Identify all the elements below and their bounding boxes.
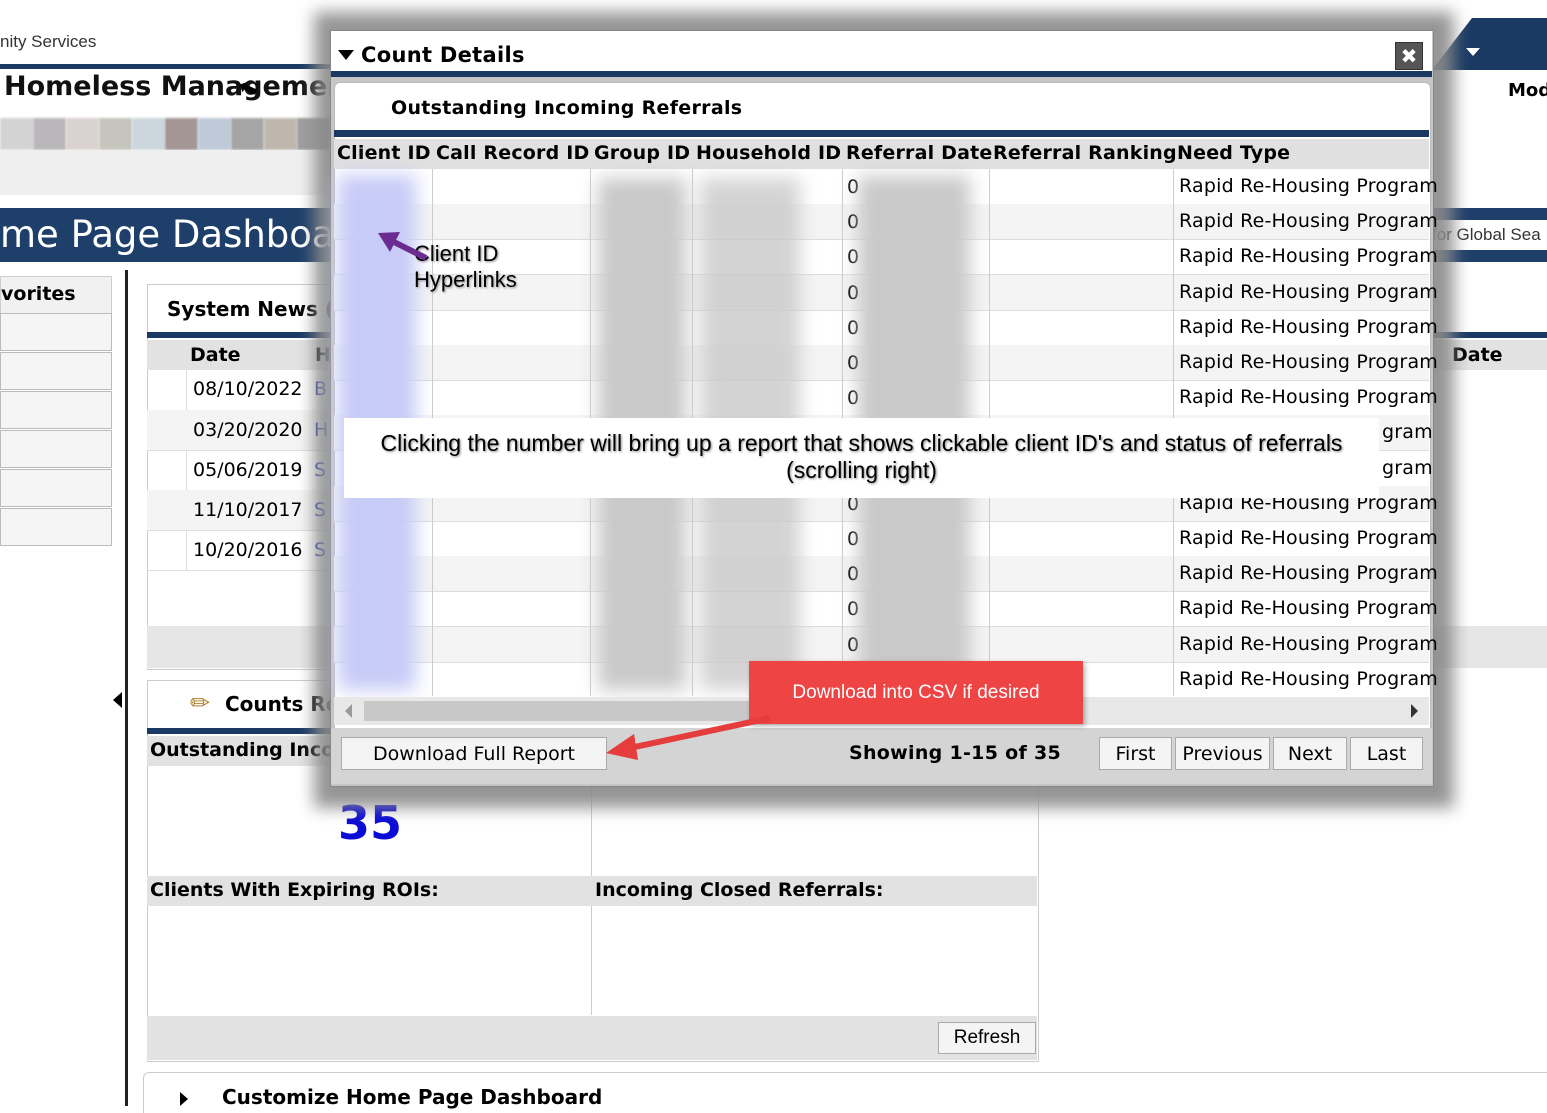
favorite-item[interactable] — [0, 391, 112, 429]
customize-title[interactable]: Customize Home Page Dashboard — [222, 1085, 602, 1109]
outstanding-incoming-label: Outstanding Inco — [147, 736, 332, 766]
favorites-tab[interactable]: vorites — [0, 276, 112, 314]
modal-title: Count Details — [361, 43, 525, 67]
sidebar-divider — [125, 270, 128, 1106]
expiring-rois-label: Clients With Expiring ROIs: — [147, 876, 592, 906]
refresh-button[interactable]: Refresh — [938, 1022, 1036, 1054]
favorite-item[interactable] — [0, 352, 112, 390]
need-type-cell: Rapid Re-Housing Program — [1179, 210, 1438, 232]
annotation-text: Clicking the number will bring up a repo… — [380, 430, 1343, 483]
col-need-type[interactable]: Need Type — [1177, 142, 1290, 164]
scroll-left-icon[interactable] — [345, 704, 352, 718]
need-type-cell: Rapid Re-Housing Program — [1179, 386, 1438, 408]
news-footer — [147, 626, 332, 668]
closed-referrals-label: Incoming Closed Referrals: — [592, 876, 1037, 906]
col-household-id[interactable]: Household ID — [696, 142, 841, 164]
need-type-cell: Rapid Re-Housing Program — [1179, 597, 1438, 619]
pencil-icon: ✏ — [190, 689, 211, 717]
favorite-item[interactable] — [0, 469, 112, 507]
favorite-item[interactable] — [0, 430, 112, 468]
referrals-subtitle: Outstanding Incoming Referrals — [391, 97, 743, 119]
need-type-cell: Rapid Re-Housing Program — [1179, 562, 1438, 584]
news-date: 05/06/2019 — [193, 459, 303, 481]
favorite-item[interactable] — [0, 508, 112, 546]
need-type-cell: Rapid Re-Housing Program — [1179, 633, 1438, 655]
collapse-sidebar-icon[interactable] — [113, 692, 122, 708]
system-news-title: System News ( — [167, 297, 335, 321]
need-type-cell: Rapid Re-Housing Program — [1179, 175, 1438, 197]
counts-divider — [147, 728, 332, 734]
next-page-button[interactable]: Next — [1273, 737, 1347, 770]
col-referral-ranking[interactable]: Referral Ranking — [993, 142, 1177, 164]
right-panel-col-date[interactable]: Date — [1452, 344, 1503, 366]
col-referral-date[interactable]: Referral Date — [846, 142, 993, 164]
news-col-date[interactable]: Date — [190, 344, 241, 366]
need-type-cell: Rapid Re-Housing Program — [1179, 351, 1438, 373]
favorite-item[interactable] — [0, 313, 112, 351]
need-type-cell: gram — [1382, 457, 1433, 479]
counts-footer — [147, 1016, 1037, 1060]
close-icon[interactable]: ✖ — [1395, 42, 1423, 70]
need-type-cell: Rapid Re-Housing Program — [1179, 281, 1438, 303]
news-date: 03/20/2020 — [193, 419, 303, 441]
collapse-triangle-icon[interactable] — [338, 50, 354, 60]
expand-arrow-icon[interactable] — [180, 1092, 188, 1106]
pagination-status: Showing 1-15 of 35 — [849, 742, 1062, 764]
header-subbar — [0, 150, 330, 195]
chevron-down-icon[interactable] — [1466, 48, 1480, 56]
module-label[interactable]: Mod — [1508, 80, 1547, 101]
download-full-report-button[interactable]: Download Full Report — [341, 737, 607, 770]
agency-name: nity Services — [0, 32, 97, 51]
col-client-id[interactable]: Client ID — [337, 142, 431, 164]
previous-page-button[interactable]: Previous — [1175, 737, 1270, 770]
news-date: 08/10/2022 — [193, 378, 303, 400]
scroll-right-icon[interactable] — [1411, 704, 1418, 718]
need-type-cell: Rapid Re-Housing Program — [1179, 527, 1438, 549]
purple-arrow-icon — [378, 232, 428, 261]
modal-title-divider — [331, 71, 1432, 77]
col-group-id[interactable]: Group ID — [594, 142, 690, 164]
news-date: 11/10/2017 — [193, 499, 303, 521]
subtitle-divider — [334, 130, 1429, 137]
need-type-cell: gram — [1382, 421, 1433, 443]
last-page-button[interactable]: Last — [1350, 737, 1423, 770]
red-arrow-icon — [606, 715, 771, 760]
header-divider — [0, 64, 330, 69]
need-type-cell: Rapid Re-Housing Program — [1179, 316, 1438, 338]
user-info-strip — [0, 118, 330, 150]
need-type-cell: Rapid Re-Housing Program — [1179, 668, 1438, 690]
news-divider — [147, 332, 332, 338]
need-type-cell: Rapid Re-Housing Program — [1179, 245, 1438, 267]
first-page-button[interactable]: First — [1099, 737, 1172, 770]
col-call-record-id[interactable]: Call Record ID — [436, 142, 589, 164]
news-date: 10/20/2016 — [193, 539, 303, 561]
